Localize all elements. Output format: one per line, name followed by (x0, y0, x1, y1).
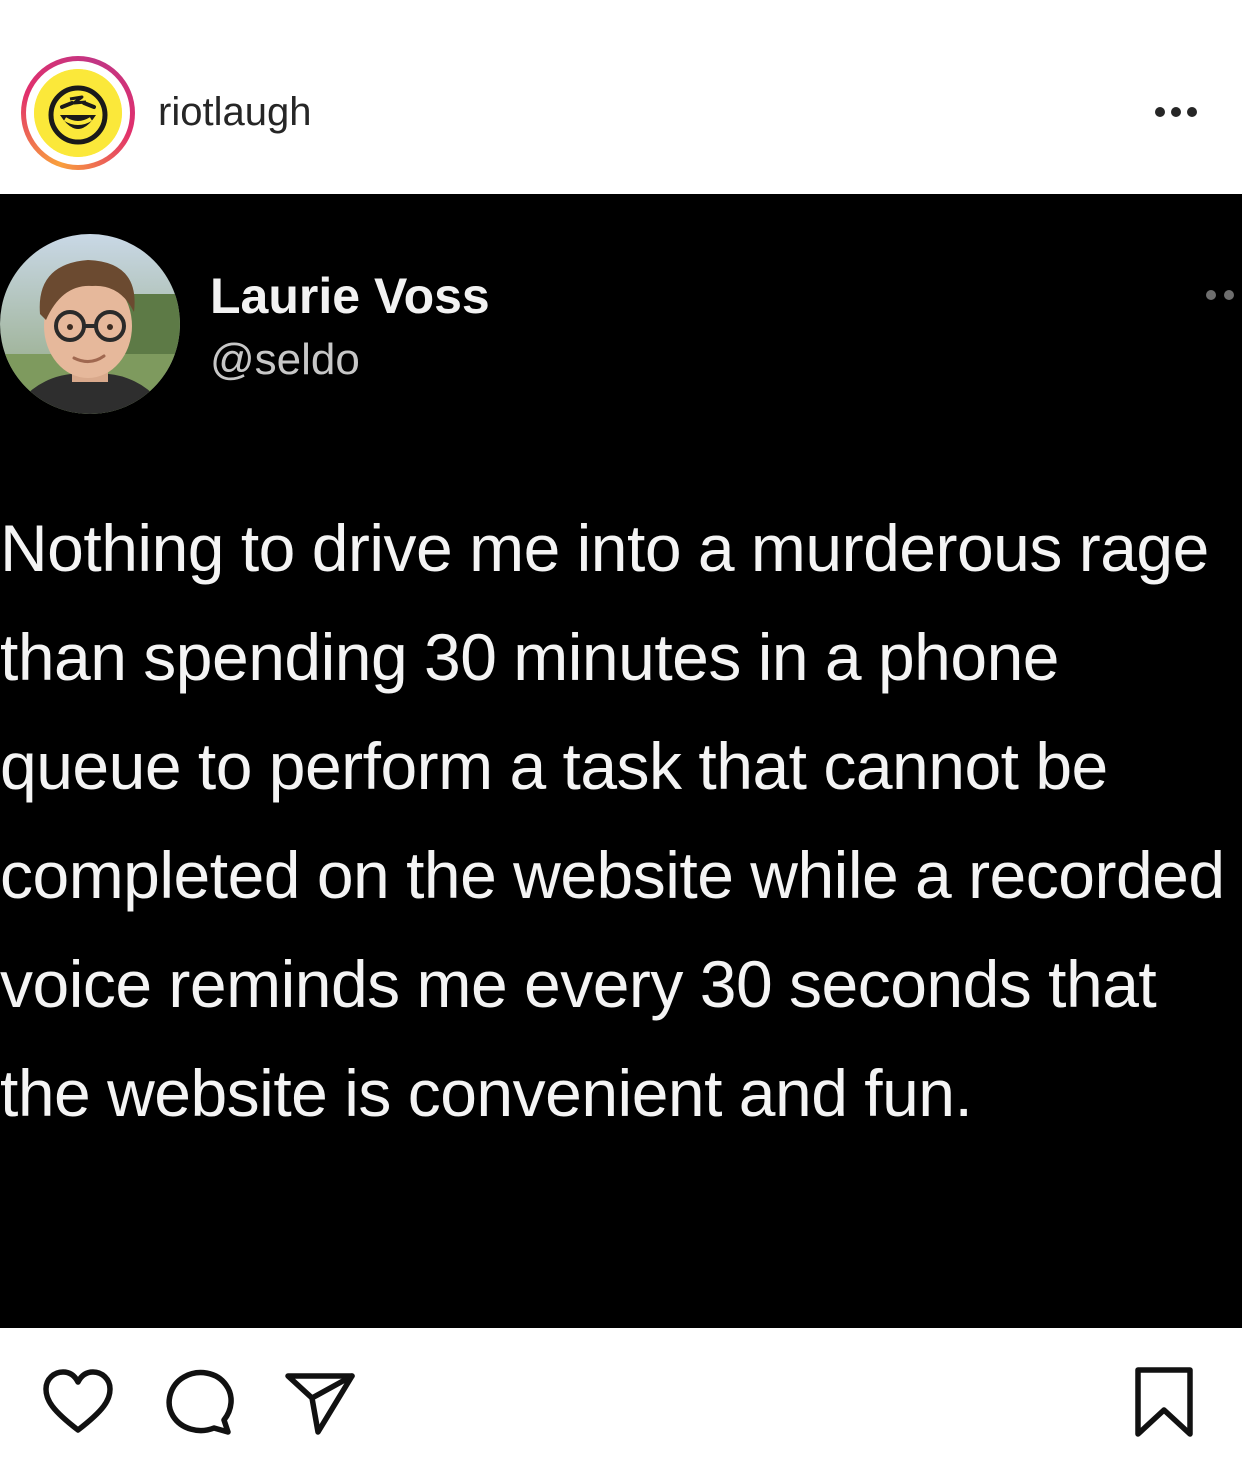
more-options-icon[interactable] (1148, 92, 1204, 132)
story-ring-inner (26, 61, 130, 165)
tweet-author-handle: @seldo (210, 335, 360, 384)
more-dot (1155, 107, 1165, 117)
tweet-author-name: Laurie Voss (210, 268, 490, 324)
bookmark-icon[interactable] (1126, 1364, 1202, 1440)
more-dot (1171, 107, 1181, 117)
tweet-author-avatar (0, 234, 180, 414)
story-ring[interactable] (21, 56, 135, 170)
tweet-more-icon (1206, 290, 1234, 300)
laughing-face-icon (34, 69, 122, 157)
account-name[interactable]: riotlaugh (158, 86, 311, 138)
send-icon[interactable] (282, 1364, 358, 1440)
heart-icon[interactable] (40, 1364, 116, 1440)
tweet-more-dot (1206, 290, 1216, 300)
more-dot (1187, 107, 1197, 117)
post-header: riotlaugh (0, 0, 1242, 194)
post-image[interactable]: Laurie Voss @seldo Nothing to drive me i… (0, 194, 1242, 1328)
tweet-text: Nothing to drive me into a murderous rag… (0, 511, 1225, 1130)
comment-icon[interactable] (162, 1364, 238, 1440)
tweet-more-dot (1224, 290, 1234, 300)
